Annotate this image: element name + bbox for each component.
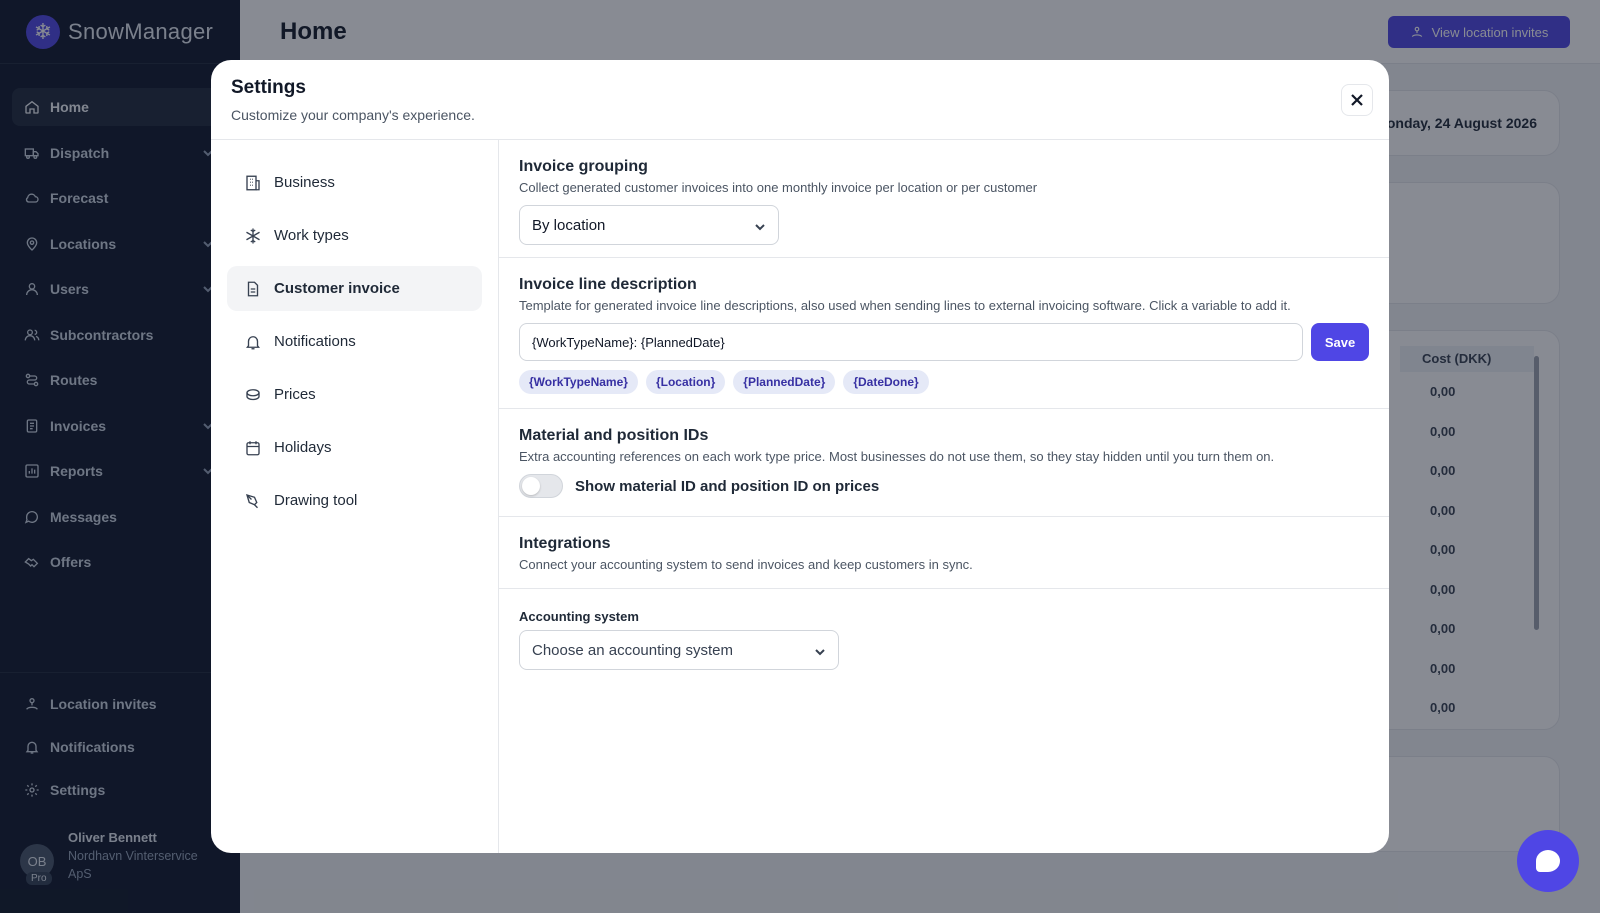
snowflake-icon [243,226,263,246]
settings-tab-drawing-tool[interactable]: Drawing tool [227,478,482,523]
settings-tab-prices[interactable]: Prices [227,372,482,417]
settings-tab-label: Work types [274,227,349,244]
modal-subtitle: Customize your company's experience. [231,107,475,123]
material-ids-toggle[interactable] [519,474,563,498]
invoice-grouping-section: Invoice grouping Collect generated custo… [499,140,1389,258]
invoice-grouping-value: By location [532,216,606,234]
material-ids-section: Material and position IDs Extra accounti… [499,409,1389,517]
integrations-section: Integrations Connect your accounting sys… [499,517,1389,589]
invoice-grouping-select[interactable]: By location [519,205,779,245]
settings-tab-holidays[interactable]: Holidays [227,425,482,470]
chat-bubble-icon [1536,850,1560,872]
calendar-icon [243,438,263,458]
modal-title: Settings [231,77,306,98]
building-icon [243,173,263,193]
invoice-line-title: Invoice line description [519,276,697,293]
settings-tab-customer-invoice[interactable]: Customer invoice [227,266,482,311]
invoice-grouping-title: Invoice grouping [519,158,648,175]
close-button[interactable] [1341,84,1373,116]
integrations-title: Integrations [519,535,611,552]
settings-content: Invoice grouping Collect generated custo… [499,140,1389,853]
settings-tab-label: Customer invoice [274,280,400,297]
settings-tab-label: Prices [274,386,316,403]
invoice-line-description: Template for generated invoice line desc… [519,298,1291,313]
variable-chip-worktypename[interactable]: {WorkTypeName} [519,370,638,394]
settings-tab-label: Holidays [274,439,332,456]
chat-launcher-button[interactable] [1517,830,1579,892]
settings-tab-label: Business [274,174,335,191]
invoice-line-section: Invoice line description Template for ge… [499,258,1389,409]
material-ids-toggle-label: Show material ID and position ID on pric… [575,477,880,495]
accounting-system-select[interactable]: Choose an accounting system [519,630,839,670]
bell-icon [243,332,263,352]
accounting-system-label: Accounting system [519,609,639,624]
invoice-line-input[interactable]: {WorkTypeName}: {PlannedDate} [519,323,1303,361]
accounting-system-field: Accounting system Choose an accounting s… [499,589,1389,670]
material-ids-title: Material and position IDs [519,427,709,444]
chevron-down-icon [754,220,766,232]
settings-modal: Settings Customize your company's experi… [211,60,1389,853]
settings-tab-business[interactable]: Business [227,160,482,205]
chevron-down-icon [814,645,826,657]
modal-header: Settings Customize your company's experi… [211,60,1389,140]
invoice-grouping-description: Collect generated customer invoices into… [519,180,1038,195]
close-icon [1351,94,1363,106]
settings-nav: Business Work types Customer invoice Not… [211,140,499,853]
settings-tab-work-types[interactable]: Work types [227,213,482,258]
material-ids-description: Extra accounting references on each work… [519,449,1275,464]
save-button[interactable]: Save [1311,323,1369,361]
variable-chip-location[interactable]: {Location} [645,370,726,394]
accounting-system-placeholder: Choose an accounting system [532,641,733,659]
settings-tab-label: Drawing tool [274,492,358,509]
integrations-description: Connect your accounting system to send i… [519,557,973,572]
coins-icon [243,385,263,405]
settings-tab-notifications[interactable]: Notifications [227,319,482,364]
pen-icon [243,491,263,511]
variable-chips: {WorkTypeName} {Location} {PlannedDate} … [519,370,937,394]
settings-tab-label: Notifications [274,333,356,350]
variable-chip-planneddate[interactable]: {PlannedDate} [733,370,836,394]
variable-chip-datedone[interactable]: {DateDone} [843,370,929,394]
toggle-knob [522,477,540,495]
document-icon [243,279,263,299]
